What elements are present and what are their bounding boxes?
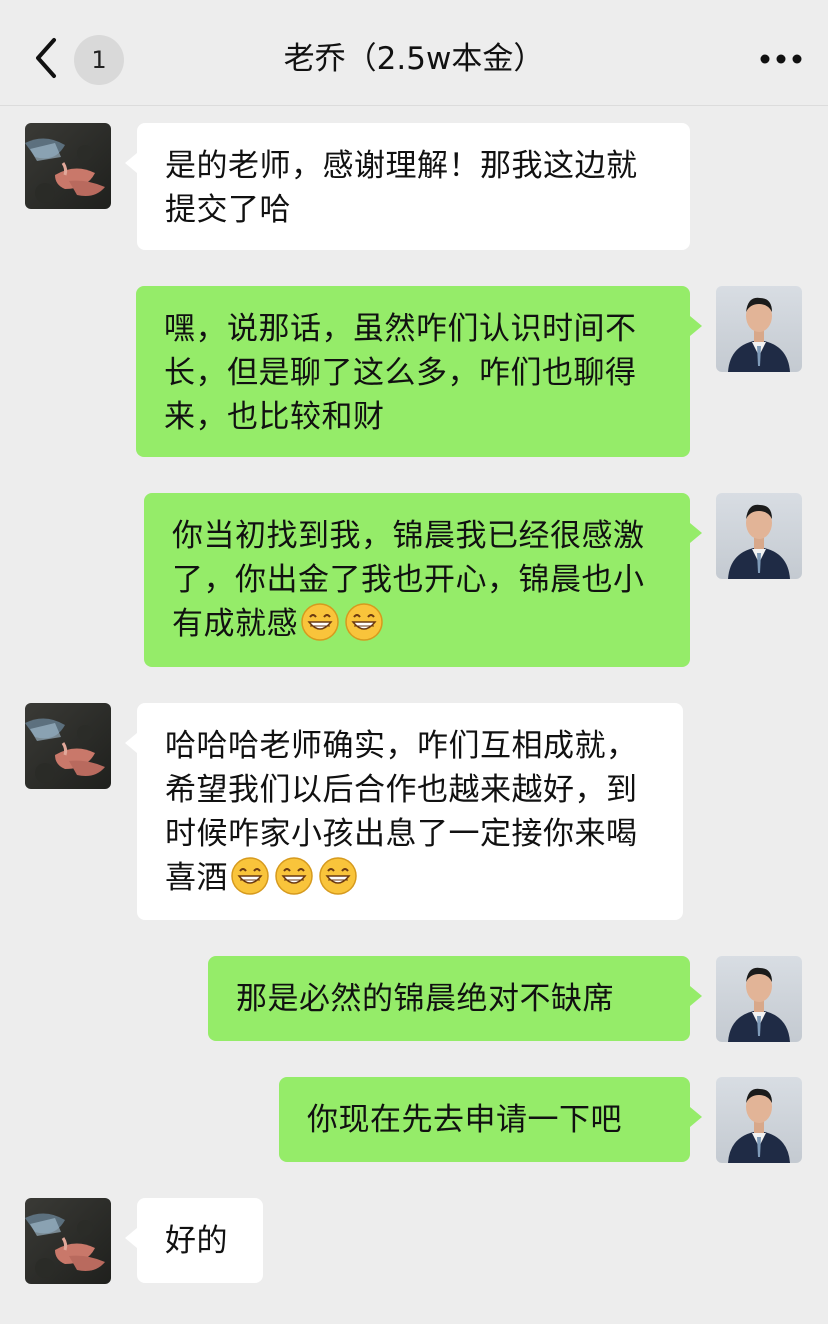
message-bubble[interactable]: 你当初找到我，锦晨我已经很感激了，你出金了我也开心，锦晨也小有成就感 (144, 493, 702, 667)
hands-water-avatar-icon (25, 1198, 111, 1284)
hands-water-avatar-icon (25, 703, 111, 789)
businessman-avatar-icon (716, 956, 802, 1042)
self-avatar[interactable] (716, 1077, 802, 1163)
more-button[interactable] (758, 44, 804, 74)
grin-emoji (319, 857, 357, 895)
contact-avatar[interactable] (25, 1198, 111, 1284)
grin-emoji (231, 857, 269, 895)
hands-water-avatar-icon (25, 123, 111, 209)
chat-header: 1 老乔（2.5w本金） (0, 0, 828, 106)
message-text: 是的老师，感谢理解！那我这边就提交了哈 (165, 148, 638, 228)
message-text: 你当初找到我，锦晨我已经很感激了，你出金了我也开心，锦晨也小有成就感 (172, 518, 645, 642)
message-text: 嘿，说那话，虽然咋们认识时间不长，但是聊了这么多，咋们也聊得来，也比较和财 (164, 311, 637, 435)
message-text: 好的 (165, 1223, 228, 1259)
chat-title: 老乔（2.5w本金） (283, 41, 545, 77)
self-avatar[interactable] (716, 956, 802, 1042)
contact-avatar[interactable] (25, 123, 111, 209)
message-bubble[interactable]: 好的 (125, 1198, 263, 1283)
businessman-avatar-icon (716, 286, 802, 372)
businessman-avatar-icon (716, 1077, 802, 1163)
more-dots-icon (760, 54, 802, 64)
message-bubble[interactable]: 你现在先去申请一下吧 (279, 1077, 702, 1162)
grin-emoji (301, 603, 339, 641)
contact-avatar[interactable] (25, 703, 111, 789)
message-bubble[interactable]: 嘿，说那话，虽然咋们认识时间不长，但是聊了这么多，咋们也聊得来，也比较和财 (136, 286, 702, 457)
message-bubble[interactable]: 是的老师，感谢理解！那我这边就提交了哈 (125, 123, 690, 250)
businessman-avatar-icon (716, 493, 802, 579)
grin-emoji (345, 603, 383, 641)
grin-emoji (275, 857, 313, 895)
message-text: 你现在先去申请一下吧 (307, 1102, 622, 1138)
self-avatar[interactable] (716, 493, 802, 579)
self-avatar[interactable] (716, 286, 802, 372)
message-bubble[interactable]: 哈哈哈老师确实，咋们互相成就，希望我们以后合作也越来越好，到时候咋家小孩出息了一… (125, 703, 683, 920)
message-bubble[interactable]: 那是必然的锦晨绝对不缺席 (208, 956, 702, 1041)
message-text: 那是必然的锦晨绝对不缺席 (236, 981, 614, 1017)
